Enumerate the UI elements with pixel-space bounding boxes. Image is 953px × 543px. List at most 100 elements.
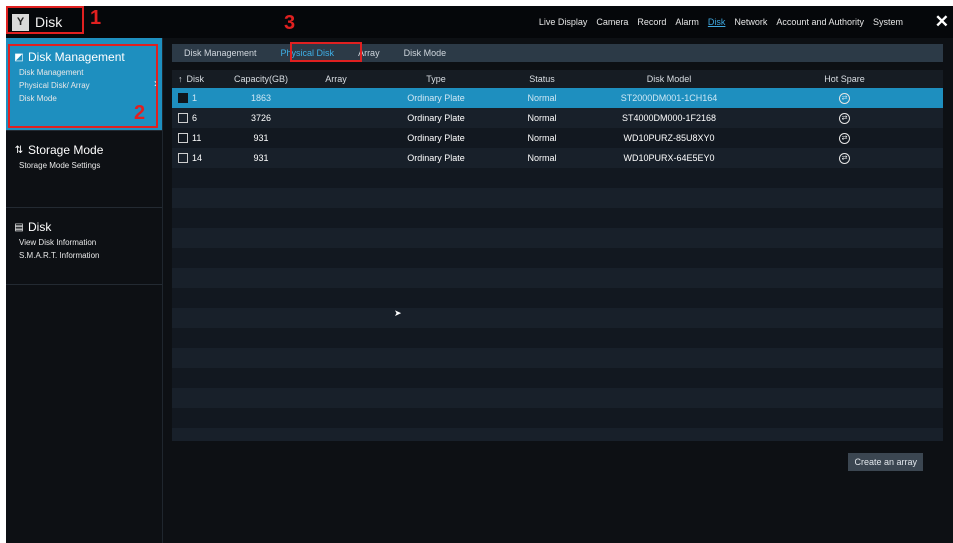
cell-type: Ordinary Plate (407, 113, 465, 123)
chevron-right-icon: › (154, 76, 158, 90)
column-header-type[interactable]: Type (372, 74, 500, 84)
cell-model: WD10PURX-64E5EY0 (623, 153, 715, 163)
mouse-cursor-icon: ➤ (394, 308, 402, 318)
sidebar-item-s-m-a-r-t-information[interactable]: S.M.A.R.T. Information (6, 249, 162, 262)
main-nav: Live Display Camera Record Alarm Disk Network… (539, 6, 903, 38)
column-header-disk-model[interactable]: Disk Model (584, 74, 754, 84)
column-header-disk[interactable]: ↑ Disk (172, 74, 222, 84)
table-row[interactable]: 6 3726 Ordinary Plate Normal ST4000DM000-1F2… (172, 108, 943, 128)
empty-table-row (172, 308, 943, 328)
sidebar-item-disk-management[interactable]: Disk Management (6, 66, 162, 79)
sidebar-item-view-disk-information[interactable]: View Disk Information (6, 236, 162, 249)
column-header-label: Type (426, 74, 446, 84)
tab-physical-disk[interactable]: Physical Disk (269, 48, 347, 58)
hot-spare-cell: ⇄ (754, 112, 935, 124)
tab-disk-mode[interactable]: Disk Mode (392, 48, 459, 58)
empty-table-row (172, 188, 943, 208)
row-checkbox[interactable] (178, 113, 188, 123)
disk-cell: 1 (172, 93, 222, 103)
cell-capacity: 931 (253, 153, 269, 163)
table-row[interactable]: 14 931 Ordinary Plate Normal WD10PURX-64E5EY… (172, 148, 943, 168)
sidebar-section-storage-mode[interactable]: ⇅ Storage Mode Storage Mode Settings (6, 131, 162, 208)
cell-model: ST4000DM000-1F2168 (621, 113, 717, 123)
nav-item-camera[interactable]: Camera (596, 17, 628, 27)
sidebar-section-title: Disk Management (28, 50, 125, 64)
empty-table-row (172, 428, 943, 441)
column-header-label: Hot Spare (824, 74, 865, 84)
cell-capacity: 931 (253, 133, 269, 143)
empty-table-row (172, 368, 943, 388)
nav-item-account-and-authority[interactable]: Account and Authority (776, 17, 864, 27)
hot-spare-cell: ⇄ (754, 92, 935, 104)
disk-number: 11 (192, 133, 202, 143)
disk-info-icon: ▤ (14, 221, 24, 233)
column-header-hot-spare[interactable]: Hot Spare (754, 74, 935, 84)
disk-management-icon: ◩ (14, 51, 24, 63)
disk-cell: 11 (172, 133, 222, 143)
cell-capacity: 1863 (250, 93, 272, 103)
sidebar-section-title: Storage Mode (28, 143, 104, 157)
column-header-status[interactable]: Status (500, 74, 584, 84)
disk-app-icon: Y (12, 13, 29, 31)
cell-status: Normal (527, 93, 557, 103)
hot-spare-toggle-icon[interactable]: ⇄ (839, 112, 850, 124)
tab-array[interactable]: Array (346, 48, 392, 58)
hot-spare-cell: ⇄ (754, 152, 935, 164)
sidebar-section-header[interactable]: ⇅ Storage Mode (6, 131, 162, 159)
empty-table-row (172, 248, 943, 268)
row-checkbox[interactable] (178, 153, 188, 163)
column-header-array[interactable]: Array (300, 74, 372, 84)
nav-item-alarm[interactable]: Alarm (675, 17, 699, 27)
physical-disk-table: ↑ Disk Capacity(GB) Array Type Status Disk Mod… (172, 70, 943, 441)
nav-item-live-display[interactable]: Live Display (539, 17, 588, 27)
hot-spare-toggle-icon[interactable]: ⇄ (839, 132, 850, 144)
storage-mode-icon: ⇅ (14, 144, 24, 156)
nav-item-record[interactable]: Record (637, 17, 666, 27)
tab-bar: Disk Management Physical Disk Array Disk Mo… (172, 44, 943, 62)
disk-number: 14 (192, 153, 203, 163)
column-header-label: Capacity(GB) (233, 74, 288, 84)
column-header-capacity-gb-[interactable]: Capacity(GB) (222, 74, 300, 84)
table-row[interactable]: 11 931 Ordinary Plate Normal WD10PURZ-85U8XY… (172, 128, 943, 148)
disk-cell: 6 (172, 113, 222, 123)
annotation-number-3: 3 (284, 12, 296, 34)
empty-table-row (172, 328, 943, 348)
cell-status: Normal (527, 113, 557, 123)
hot-spare-cell: ⇄ (754, 132, 935, 144)
column-header-label: Array (325, 74, 347, 84)
disk-cell: 14 (172, 153, 222, 163)
disk-number: 1 (192, 93, 198, 103)
cell-type: Ordinary Plate (407, 93, 465, 103)
sidebar-item-storage-mode-settings[interactable]: Storage Mode Settings (6, 159, 162, 172)
disk-number: 6 (192, 113, 198, 123)
sidebar-section-disk[interactable]: ▤ Disk View Disk Information S.M.A.R.T. Inf… (6, 208, 162, 285)
nav-item-disk[interactable]: Disk (708, 17, 726, 27)
top-bar: Y Disk Live Display Camera Record Alarm Disk… (6, 6, 953, 38)
hot-spare-toggle-icon[interactable]: ⇄ (839, 152, 850, 164)
row-checkbox[interactable] (178, 133, 188, 143)
row-checkbox[interactable] (178, 93, 188, 103)
close-icon[interactable]: ✕ (935, 12, 949, 32)
table-row[interactable]: 1 1863 Ordinary Plate Normal ST2000DM001-1CH… (172, 88, 943, 108)
column-header-label: Status (529, 74, 555, 84)
table-body: 1 1863 Ordinary Plate Normal ST2000DM001-1CH… (172, 88, 943, 441)
table-header: ↑ Disk Capacity(GB) Array Type Status Disk Mod… (172, 70, 943, 88)
sidebar-section-header[interactable]: ▤ Disk (6, 208, 162, 236)
cell-model: ST2000DM001-1CH164 (620, 93, 718, 103)
app-title: Y Disk (12, 10, 62, 34)
sidebar-section-header[interactable]: ◩ Disk Management (6, 38, 162, 66)
empty-table-row (172, 268, 943, 288)
column-header-label: Disk (186, 74, 205, 84)
sidebar-section-title: Disk (28, 220, 52, 234)
tab-disk-management[interactable]: Disk Management (172, 48, 269, 58)
column-header-label: Disk Model (646, 74, 692, 84)
sidebar-item-physical-disk-array[interactable]: Physical Disk/ Array (6, 79, 162, 92)
cell-capacity: 3726 (250, 113, 272, 123)
nav-item-network[interactable]: Network (734, 17, 767, 27)
annotation-number-2: 2 (134, 102, 146, 124)
empty-table-row (172, 408, 943, 428)
create-array-button[interactable]: Create an array (848, 453, 923, 471)
hot-spare-toggle-icon[interactable]: ⇄ (839, 92, 850, 104)
app-title-label: Disk (35, 14, 63, 30)
nav-item-system[interactable]: System (873, 17, 903, 27)
